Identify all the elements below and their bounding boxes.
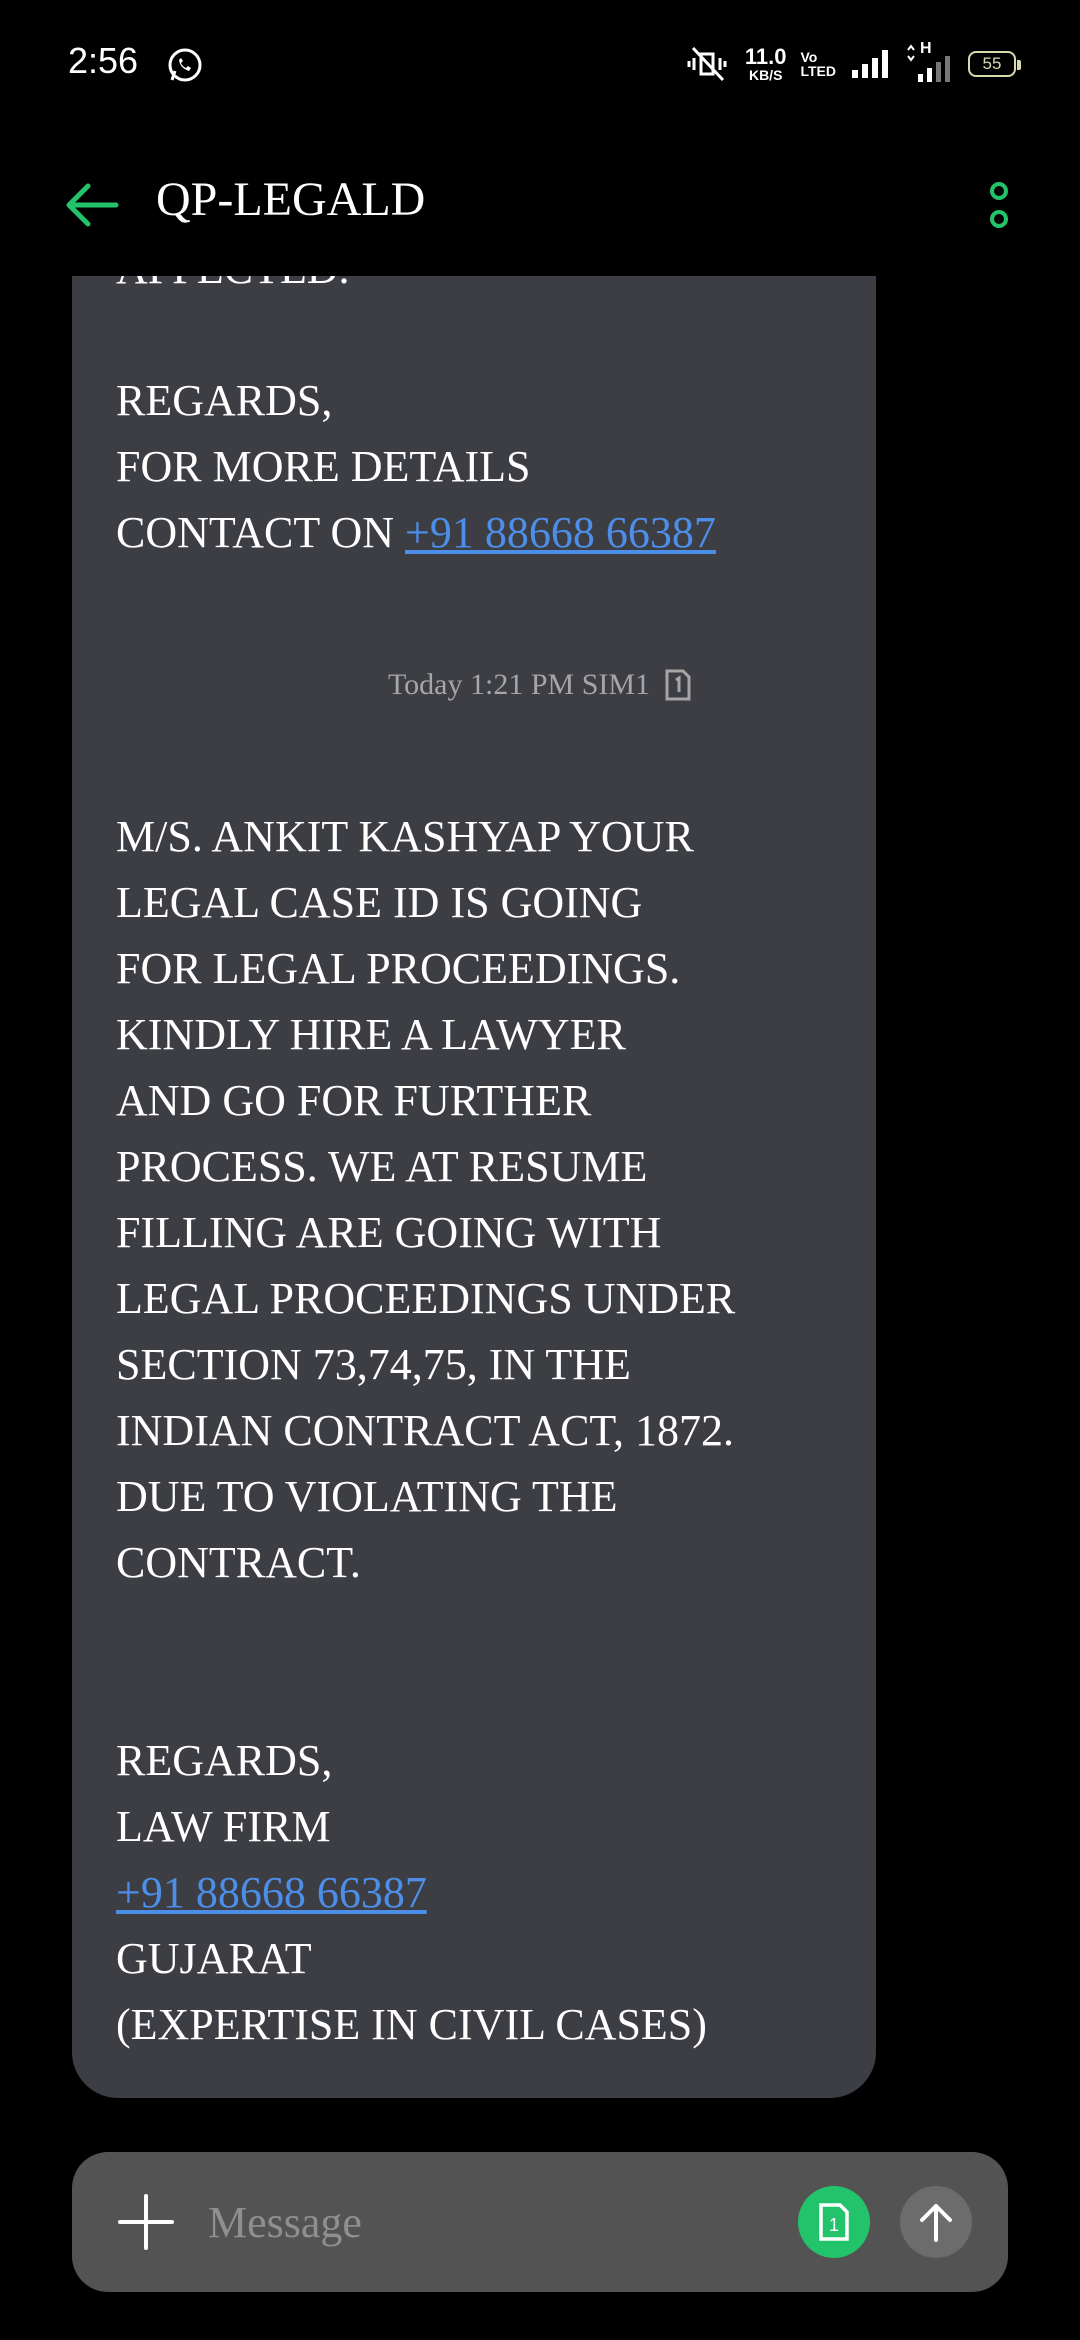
whatsapp-icon	[168, 48, 202, 82]
message-text-part: GUJARAT (EXPERTISE IN CIVIL CASES)	[116, 1934, 707, 2049]
send-button[interactable]	[900, 2186, 972, 2258]
message-text: M/S. ANKIT KASHYAP YOUR LEGAL CASE ID IS…	[116, 812, 736, 1851]
signal-icon	[852, 50, 888, 78]
sim-number: 1	[829, 2215, 839, 2235]
conversation-header: QP-LEGALD	[0, 150, 1080, 260]
battery-level: 55	[982, 54, 1002, 73]
phone-link[interactable]: +91 88668 66387	[116, 1868, 427, 1917]
network-speed-value: 11.0	[744, 44, 787, 69]
battery-indicator: 55	[968, 51, 1021, 77]
message-composer: 1	[72, 2152, 1008, 2292]
network-speed: 11.0 KB/S	[744, 44, 787, 83]
volte-indicator: Vo LTED	[800, 50, 836, 78]
volte-bottom: LTED	[800, 63, 836, 79]
vibrate-mute-icon	[687, 46, 727, 82]
network-speed-unit: KB/S	[748, 67, 783, 83]
add-attachment-icon[interactable]	[116, 2192, 176, 2252]
back-arrow-icon[interactable]	[62, 180, 120, 230]
volte-top: Vo	[800, 49, 818, 65]
sim-card-icon: 1	[819, 2203, 849, 2241]
message-input[interactable]	[208, 2182, 728, 2262]
conversation-title: QP-LEGALD	[156, 173, 426, 226]
signal-2-icon	[907, 44, 950, 82]
phone-link[interactable]: +91 88668 66387	[405, 508, 716, 557]
message-text: AFFECTED. REGARDS, FOR MORE DETAILS CONT…	[116, 276, 836, 566]
status-bar: 2:56 11.0 KB/S Vo LTED H 55	[0, 0, 1080, 130]
message-bubble[interactable]: M/S. ANKIT KASHYAP YOUR LEGAL CASE ID IS…	[72, 762, 876, 2098]
message-list[interactable]: AFFECTED. REGARDS, FOR MORE DETAILS CONT…	[0, 276, 1080, 2136]
sim-select-button[interactable]: 1	[798, 2186, 870, 2258]
status-time: 2:56	[68, 40, 139, 81]
signal-2-indicator: H	[904, 40, 954, 84]
sim-card-icon	[665, 669, 691, 701]
more-options-icon[interactable]	[982, 178, 1016, 234]
status-icons: 11.0 KB/S Vo LTED H 55	[685, 40, 1021, 86]
timestamp-text: Today 1:21 PM SIM1	[387, 668, 651, 701]
send-arrow-icon	[920, 2204, 952, 2242]
message-timestamp: Today 1:21 PM SIM1	[0, 668, 1080, 702]
